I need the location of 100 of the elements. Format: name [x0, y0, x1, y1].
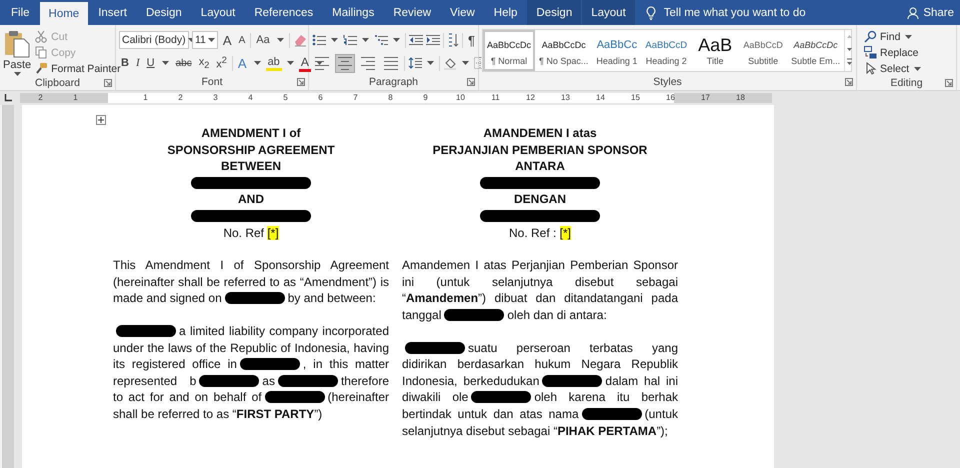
- font-name-field[interactable]: Calibri (Body): [119, 31, 189, 49]
- show-formatting-button[interactable]: ¶: [466, 32, 477, 48]
- caret-icon[interactable]: [914, 66, 922, 70]
- text-effects-button[interactable]: A: [236, 56, 249, 70]
- ribbon-tab[interactable]: Mailings: [323, 0, 384, 25]
- ruler-number: 8: [387, 93, 394, 103]
- shrink-font-button[interactable]: A: [236, 34, 248, 46]
- caret-icon[interactable]: [362, 38, 369, 42]
- ruler-number: 2: [177, 93, 184, 103]
- change-case-button[interactable]: Aa: [254, 34, 272, 46]
- caret-icon[interactable]: [162, 61, 169, 65]
- format-button[interactable]: x$^{2}$: [214, 55, 229, 71]
- style-option[interactable]: AaBbCcD Subtitle: [739, 30, 788, 71]
- heading-text: PERJANJIAN PEMBERIAN SPONSOR: [432, 142, 648, 158]
- caret-icon[interactable]: [208, 38, 215, 42]
- caret-icon[interactable]: [14, 72, 21, 76]
- heading-text: SPONSORSHIP AGREEMENT: [166, 142, 336, 158]
- copy-icon: [35, 46, 48, 59]
- caret-icon[interactable]: [905, 34, 912, 38]
- numbered-list-icon[interactable]: [343, 34, 357, 46]
- ruler-number: 1: [142, 93, 149, 103]
- style-option[interactable]: AaBbCcDc ¶ No Spac...: [535, 30, 592, 71]
- ruler-number: 10: [455, 93, 466, 103]
- font-size-field[interactable]: 11: [192, 31, 218, 49]
- caret-icon[interactable]: [331, 38, 338, 42]
- paintbrush-icon: [35, 62, 48, 75]
- ribbon-tab[interactable]: View: [441, 0, 484, 25]
- style-option[interactable]: AaBbCc Heading 1: [592, 30, 642, 71]
- paste-button[interactable]: Paste: [3, 28, 32, 76]
- style-option[interactable]: AaBbCcDc ¶ Normal: [483, 30, 536, 71]
- ruler-number: 5: [282, 93, 289, 103]
- ribbon-tab[interactable]: Insert: [89, 0, 136, 25]
- sort-icon[interactable]: [447, 33, 459, 47]
- clipboard-icon: [4, 30, 30, 58]
- ribbon-tab[interactable]: Layout: [582, 0, 635, 25]
- paint-bucket-icon[interactable]: [443, 56, 457, 70]
- format-button[interactable]: x$_{2}$: [196, 56, 212, 70]
- ribbon-tab[interactable]: Design: [136, 0, 191, 25]
- dialog-launcher-icon[interactable]: [945, 78, 953, 86]
- dialog-launcher-icon[interactable]: [104, 79, 112, 87]
- grow-font-button[interactable]: A: [220, 32, 234, 48]
- ribbon-tab[interactable]: Design: [527, 0, 582, 25]
- ruler-number: 1: [72, 93, 79, 103]
- style-option[interactable]: AaBbCcDc Subtle Em...: [787, 30, 844, 71]
- editing-command[interactable]: Replace: [864, 46, 924, 59]
- bullet-list-icon[interactable]: [312, 34, 326, 46]
- ruler-number: 2: [37, 93, 44, 103]
- ribbon-tab[interactable]: File: [2, 0, 39, 25]
- ribbon-tab[interactable]: Layout: [192, 0, 244, 25]
- dialog-launcher-icon[interactable]: [297, 78, 305, 86]
- paragraph-text: suatu perseroan terbatas yang didirikan berdasarkan hukum Negara Republik Indonesia, berkedudukan dalam hal ini diwakili ole oleh karena itu berhak bertindak untuk dan atas nama (untuk selanjutnya disebut sebagai “PIHAK PERTAMA”);: [402, 340, 678, 440]
- increase-indent-icon[interactable]: [426, 34, 440, 46]
- paragraph-text: a limited liability company incorporated under the laws of the Republic of Indonesia, having its registered office in , in this matter represented b as therefore to act for and on behalf of (hereinafter shall be referred to as “FIRST PARTY”): [113, 322, 389, 422]
- clipboard-command[interactable]: Format Painter: [35, 62, 121, 75]
- heading-text: AMENDMENT I of: [200, 125, 302, 142]
- group-label: Editing: [890, 76, 923, 88]
- highlight-button[interactable]: ab: [266, 56, 282, 70]
- style-option[interactable]: AaB Title: [691, 30, 740, 71]
- table-move-handle-icon[interactable]: [96, 115, 106, 125]
- caret-icon[interactable]: [254, 61, 261, 65]
- format-button[interactable]: B: [119, 57, 131, 69]
- align-center-button[interactable]: [335, 54, 355, 72]
- font-color-button[interactable]: A: [298, 54, 311, 72]
- ruler-number: 13: [560, 93, 571, 103]
- line-spacing-icon[interactable]: [408, 57, 422, 69]
- ruler-number: 11: [490, 93, 501, 103]
- ruler-number: 15: [630, 93, 641, 103]
- ribbon-tab[interactable]: Review: [384, 0, 440, 25]
- scissors-icon: [35, 30, 48, 43]
- format-button[interactable]: U: [144, 57, 157, 69]
- format-button[interactable]: abc: [174, 58, 194, 68]
- person-icon: [907, 6, 920, 18]
- caret-icon[interactable]: [462, 61, 469, 65]
- heading-text: DENGAN: [512, 191, 567, 208]
- decrease-indent-icon[interactable]: [409, 34, 423, 46]
- caret-icon[interactable]: [286, 61, 294, 65]
- reference-text: No. Ref : [*]: [508, 226, 572, 240]
- align-lines-icon: [315, 56, 329, 70]
- align-lines-icon: [338, 56, 352, 70]
- group-label: Paragraph: [368, 76, 418, 88]
- tab-stop-icon[interactable]: [4, 94, 12, 102]
- ribbon-tab[interactable]: References: [245, 0, 322, 25]
- style-option[interactable]: AaBbCcD Heading 2: [641, 30, 692, 71]
- ruler-number: 18: [735, 93, 746, 103]
- multilevel-list-icon[interactable]: [374, 34, 388, 46]
- heading-text: BETWEEN: [220, 158, 282, 175]
- caret-icon[interactable]: [276, 38, 284, 42]
- dialog-launcher-icon[interactable]: [845, 78, 853, 86]
- format-button[interactable]: I: [134, 57, 142, 69]
- ribbon-tab[interactable]: Help: [484, 0, 526, 25]
- eraser-icon[interactable]: [292, 33, 307, 47]
- editing-command[interactable]: Select: [864, 62, 924, 75]
- caret-icon[interactable]: [393, 38, 400, 42]
- caret-icon[interactable]: [316, 61, 323, 65]
- editing-command[interactable]: Find: [864, 30, 924, 43]
- dialog-launcher-icon[interactable]: [467, 78, 475, 86]
- caret-icon[interactable]: [427, 61, 434, 65]
- ribbon-tab[interactable]: Home: [40, 2, 88, 25]
- tell-me-field[interactable]: Tell me what you want to do: [664, 6, 864, 18]
- share-button[interactable]: Share: [901, 0, 960, 25]
